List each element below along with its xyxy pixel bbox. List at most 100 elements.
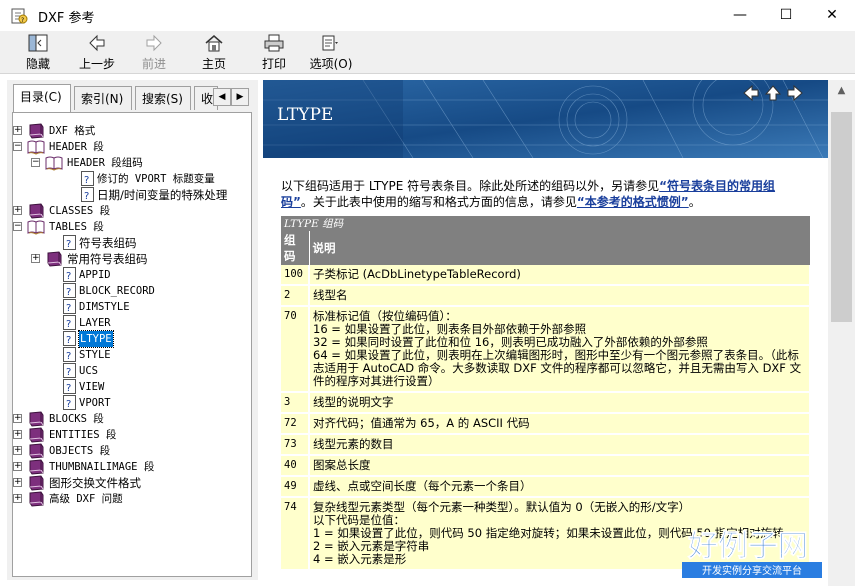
- help-page-icon: ?: [81, 187, 94, 202]
- expand-icon[interactable]: +: [13, 462, 22, 471]
- open-book-icon: [27, 140, 45, 155]
- tree-item-label: 高级 DXF 问题: [49, 493, 123, 505]
- help-page-icon: ?: [63, 363, 76, 378]
- expand-icon[interactable]: +: [13, 414, 22, 423]
- print-button[interactable]: 打印: [256, 33, 292, 73]
- tree-item-label: LAYER: [79, 317, 111, 329]
- help-page-icon: ?: [63, 315, 76, 330]
- topic-intro: 以下组码适用于 LTYPE 符号表条目。除此处所述的组码以外，另请参见“符号表条…: [281, 179, 776, 209]
- help-page-icon: ?: [63, 379, 76, 394]
- window-title: DXF 参考: [38, 11, 95, 26]
- tab-scroll-right[interactable]: ▶: [231, 88, 249, 106]
- tab-search[interactable]: 搜索(S): [135, 86, 191, 110]
- expand-icon[interactable]: +: [13, 446, 22, 455]
- table-row: 3 线型的说明文字: [281, 392, 811, 414]
- svg-text:?: ?: [66, 399, 71, 410]
- closed-book-icon: [47, 251, 62, 267]
- maximize-icon: ☐: [779, 7, 793, 23]
- watermark-logo-subtitle: 开发实例分享交流平台: [702, 564, 802, 577]
- tab-scroll-left[interactable]: ◀: [213, 88, 231, 106]
- home-button[interactable]: 主页: [196, 33, 232, 73]
- scrollbar-thumb[interactable]: [831, 112, 852, 322]
- collapse-icon[interactable]: −: [13, 222, 22, 231]
- help-page-icon: ?: [63, 283, 76, 298]
- table-row: 40 图案总长度: [281, 455, 811, 477]
- back-button[interactable]: 上一步: [76, 33, 118, 73]
- options-label: 选项(O): [309, 57, 353, 71]
- table-row: 49 虚线、点或空间长度（每个元素一个条目）: [281, 476, 811, 498]
- expand-icon[interactable]: +: [13, 494, 22, 503]
- expand-icon[interactable]: +: [13, 206, 22, 215]
- contents-tree: + DXF 格式 − HEADER 段 − HEADER 段组码? 修订的 VPORT 标题…: [12, 112, 252, 577]
- tab-contents[interactable]: 目录(C): [13, 84, 71, 112]
- scroll-up-arrow[interactable]: ▲: [828, 80, 855, 102]
- next-topic-icon[interactable]: [786, 84, 804, 102]
- group-code-cell: 72: [281, 413, 310, 435]
- svg-text:?: ?: [66, 383, 71, 394]
- maximize-button[interactable]: ☐: [763, 0, 809, 31]
- format-conventions-link[interactable]: “本参考的格式惯例”: [577, 195, 689, 209]
- description-cell: 标准标记值（按位编码值）： 16 = 如果设置了此位，则表条目外部依赖于外部参照…: [309, 306, 811, 393]
- help-page-icon: ?: [63, 331, 76, 346]
- svg-text:?: ?: [21, 17, 24, 24]
- home-label: 主页: [201, 57, 226, 71]
- close-button[interactable]: ✕: [809, 0, 855, 31]
- description-cell: 对齐代码；值通常为 65，A 的 ASCII 代码: [309, 413, 811, 435]
- tree-item-label: VIEW: [79, 381, 105, 393]
- closed-book-icon: [29, 411, 44, 427]
- tree-item-label: 图形交换文件格式: [49, 476, 141, 490]
- table-row: 72 对齐代码；值通常为 65，A 的 ASCII 代码: [281, 413, 811, 435]
- description-cell: 线型的说明文字: [309, 392, 811, 414]
- svg-text:?: ?: [66, 319, 71, 330]
- description-cell: 虚线、点或空间长度（每个元素一个条目）: [309, 476, 811, 498]
- collapse-icon[interactable]: −: [13, 142, 22, 151]
- group-code-cell: 100: [281, 265, 310, 286]
- scroll-right-icon: ▶: [236, 92, 244, 102]
- back-label: 上一步: [78, 57, 115, 71]
- tree-item-label: BLOCKS 段: [49, 413, 104, 425]
- collapse-icon[interactable]: −: [31, 158, 40, 167]
- parent-topic-icon[interactable]: [764, 84, 782, 102]
- tree-item-label: 修订的 VPORT 标题变量: [97, 173, 215, 185]
- hide-button[interactable]: 隐藏: [18, 33, 58, 73]
- help-page-icon: ?: [81, 171, 94, 186]
- toolbar: 隐藏 上一步 前进 主页 打印 选项(O): [0, 31, 855, 74]
- forward-button[interactable]: 前进: [136, 33, 172, 73]
- tree-item-label: BLOCK_RECORD: [79, 285, 155, 297]
- tree-item-label: STYLE: [79, 349, 111, 361]
- expand-icon[interactable]: +: [31, 254, 40, 263]
- tree-item-label: LTYPE: [78, 330, 114, 348]
- tree-item-label: UCS: [79, 365, 98, 377]
- column-header-description: 说明: [309, 231, 811, 265]
- description-cell: 线型元素的数目: [309, 434, 811, 456]
- close-icon: ✕: [826, 7, 838, 23]
- table-caption: LTYPE 组码: [281, 216, 810, 231]
- tree-item-label: HEADER 段: [49, 141, 104, 153]
- scroll-left-icon: ◀: [218, 92, 226, 102]
- group-codes-table: LTYPE 组码 组码 说明 100 子类标记 (AcDbLinetypeTabl…: [281, 216, 811, 571]
- tree-item-label: VPORT: [79, 397, 111, 409]
- tree-item-label: TABLES 段: [49, 221, 104, 233]
- expand-icon[interactable]: +: [13, 478, 22, 487]
- expand-icon[interactable]: +: [13, 126, 22, 135]
- options-button[interactable]: 选项(O): [306, 33, 356, 73]
- title-bar: ? DXF 参考 — ☐ ✕: [0, 0, 855, 31]
- tree-item-label: ENTITIES 段: [49, 429, 117, 441]
- tab-index[interactable]: 索引(N): [74, 86, 132, 110]
- svg-text:?: ?: [84, 175, 89, 186]
- expand-icon[interactable]: +: [13, 430, 22, 439]
- previous-topic-icon[interactable]: [742, 84, 760, 102]
- group-code-cell: 49: [281, 476, 310, 498]
- tree-item-label: APPID: [79, 269, 111, 281]
- forward-label: 前进: [141, 57, 166, 71]
- table-row: 2 线型名: [281, 285, 811, 307]
- tab-scroll-buttons: ◀ ▶: [213, 88, 249, 106]
- help-page-icon: ?: [63, 395, 76, 410]
- scroll-up-icon: ▲: [837, 85, 846, 96]
- description-cell: 子类标记 (AcDbLinetypeTableRecord): [309, 265, 811, 286]
- printer-icon: [264, 34, 284, 52]
- closed-book-icon: [29, 459, 44, 475]
- svg-text:?: ?: [66, 335, 71, 346]
- watermark-logo: 好例子网 开发实例分享交流平台: [682, 520, 822, 580]
- minimize-button[interactable]: —: [717, 0, 763, 31]
